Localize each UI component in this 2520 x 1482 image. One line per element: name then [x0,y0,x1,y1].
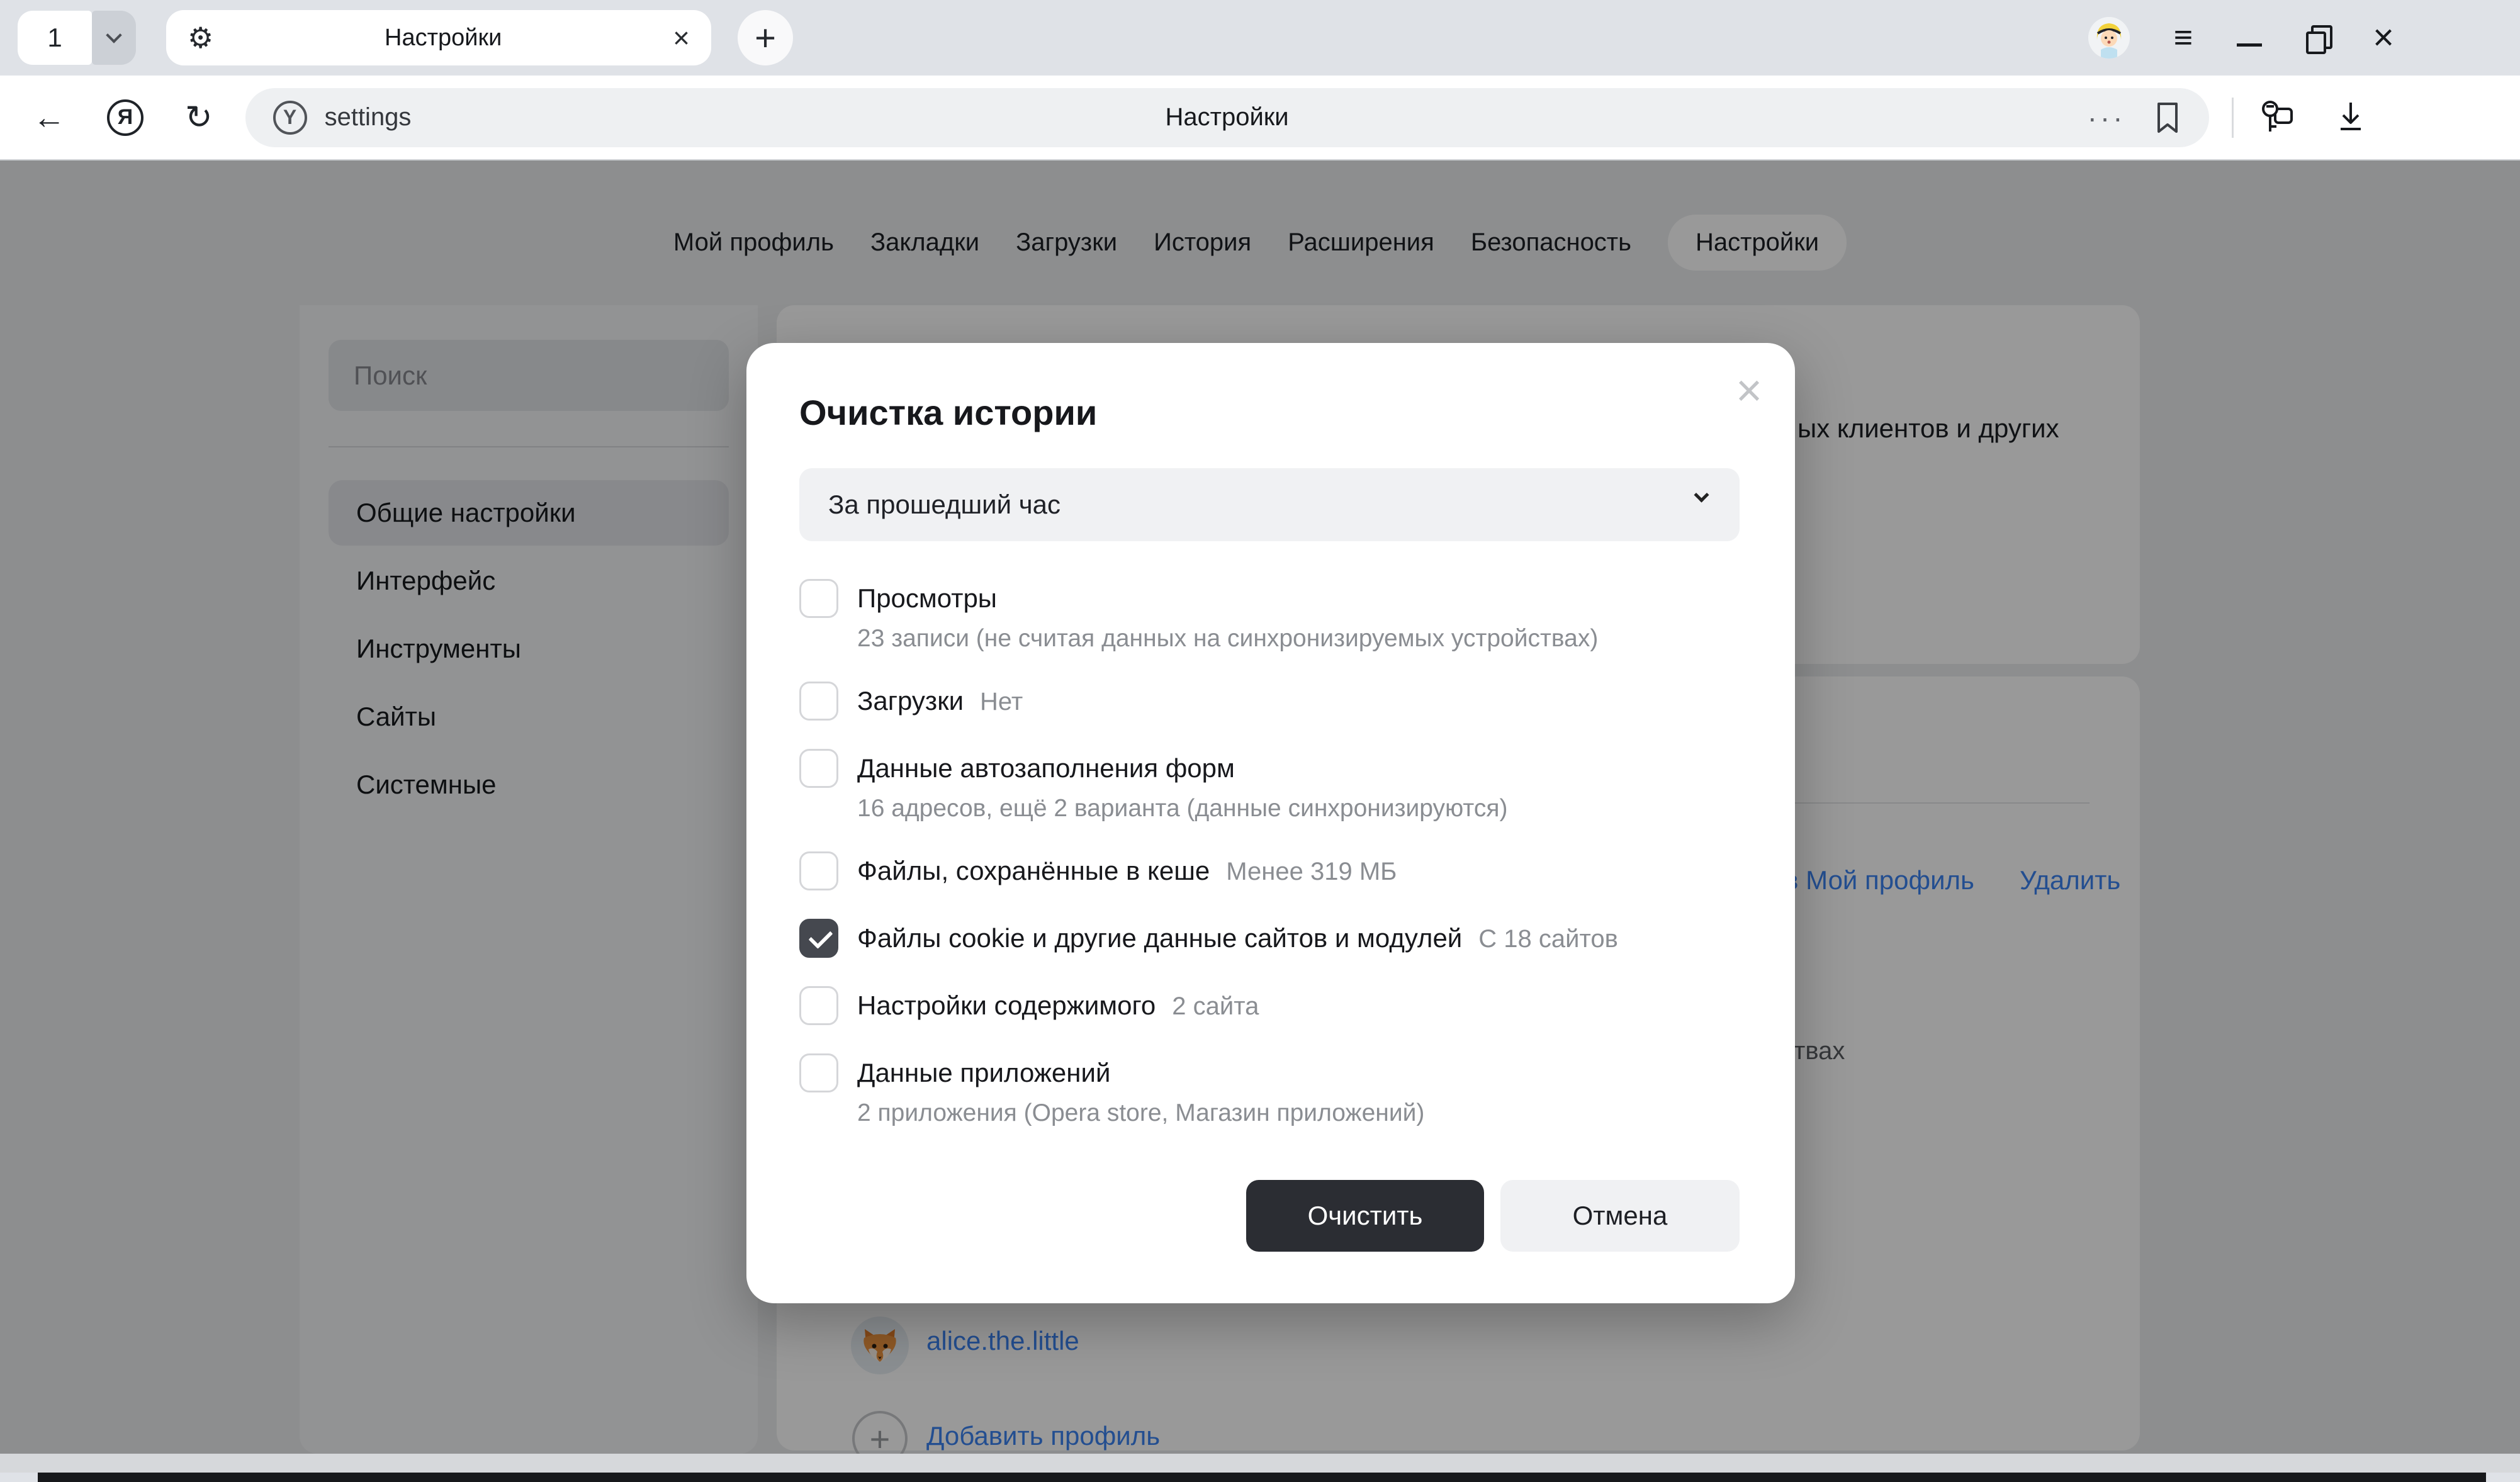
checkbox-downloads[interactable] [799,682,838,721]
minimize-icon[interactable] [2237,43,2262,47]
back-icon[interactable]: ← [33,99,65,137]
restore-icon[interactable] [2306,25,2329,50]
option-row-cache: Файлы, сохранённые в кеше Менее 319 МБ [799,851,1740,894]
tab-group-count[interactable]: 1 [18,11,92,65]
menu-icon[interactable]: ≡ [2174,19,2193,57]
clear-history-dialog: × Очистка истории За прошедший час Просм… [746,343,1795,1303]
cancel-button[interactable]: Отмена [1500,1180,1740,1252]
window-controls: ≡ × [2088,17,2520,59]
browser-window: 1 ⚙ Настройки × + ≡ [0,0,2520,1482]
avatar-girl-icon [2088,17,2130,59]
user-avatar[interactable] [2088,17,2130,59]
option-value: Нет [980,688,1023,716]
chevron-down-icon [106,27,121,43]
page-title: Настройки [245,103,2209,132]
option-label: Данные автозаполнения форм [857,753,1235,783]
option-sub: 2 приложения (Opera store, Магазин прило… [857,1096,1424,1131]
window-close-icon[interactable]: × [2373,20,2394,56]
option-value: Менее 319 МБ [1226,858,1397,885]
yandex-logo-icon[interactable]: Я [107,99,143,136]
tab-strip: 1 ⚙ Настройки × + ≡ [0,0,2520,76]
checkbox-app-data[interactable] [799,1053,838,1092]
period-select-value: За прошедший час [828,490,1060,520]
checkbox-content-settings[interactable] [799,986,838,1025]
active-tab[interactable]: ⚙ Настройки × [166,10,711,65]
page-content: Мой профиль Закладки Загрузки История Ра… [0,160,2520,1454]
checkbox-cache[interactable] [799,851,838,890]
option-sub: 16 адресов, ещё 2 варианта (данные синхр… [857,791,1507,826]
option-label: Просмотры [857,583,997,613]
gear-icon: ⚙ [188,21,213,55]
tab-group[interactable]: 1 [18,11,136,65]
option-sub: 23 записи (не считая данных на синхрониз… [857,621,1598,656]
toolbar-divider [2232,98,2234,138]
reload-icon[interactable]: ↻ [185,99,213,137]
option-label: Файлы cookie и другие данные сайтов и мо… [857,923,1462,953]
new-tab-button[interactable]: + [738,10,793,65]
clear-options-list: Просмотры 23 записи (не считая данных на… [799,579,1740,1131]
dialog-title: Очистка истории [799,343,1740,433]
checkbox-browsing[interactable] [799,579,838,618]
option-label: Файлы, сохранённые в кеше [857,856,1210,885]
option-row-cookies: Файлы cookie и другие данные сайтов и мо… [799,919,1740,961]
period-select[interactable]: За прошедший час [799,468,1740,541]
more-icon[interactable]: ··· [2088,101,2126,135]
option-row-content-settings: Настройки содержимого 2 сайта [799,986,1740,1028]
option-row-app-data: Данные приложений 2 приложения (Opera st… [799,1053,1740,1131]
tab-title: Настройки [213,25,673,52]
checkbox-cookies[interactable] [799,919,838,958]
toolbar: ← Я ↻ Y settings Настройки ··· [0,76,2520,160]
option-value: 2 сайта [1172,992,1259,1020]
checkbox-autofill[interactable] [799,749,838,788]
window-bottom-frame [0,1454,2520,1473]
tab-group-chevron-icon[interactable] [92,11,136,65]
option-row-autofill: Данные автозаполнения форм 16 адресов, е… [799,749,1740,826]
clear-button[interactable]: Очистить [1246,1180,1484,1252]
option-value: С 18 сайтов [1478,925,1618,953]
passwords-icon[interactable] [2256,98,2297,138]
option-row-downloads: Загрузки Нет [799,682,1740,724]
chevron-down-icon [1694,487,1709,502]
tab-close-icon[interactable]: × [673,21,690,55]
dialog-close-icon[interactable]: × [1736,368,1762,413]
bookmark-icon[interactable] [2154,101,2181,134]
downloads-icon[interactable] [2334,100,2367,135]
option-label: Загрузки [857,686,964,716]
option-row-browsing: Просмотры 23 записи (не считая данных на… [799,579,1740,656]
address-bar[interactable]: Y settings Настройки ··· [245,88,2209,147]
option-label: Настройки содержимого [857,991,1156,1020]
screen-edge [38,1473,2486,1482]
option-label: Данные приложений [857,1058,1110,1087]
